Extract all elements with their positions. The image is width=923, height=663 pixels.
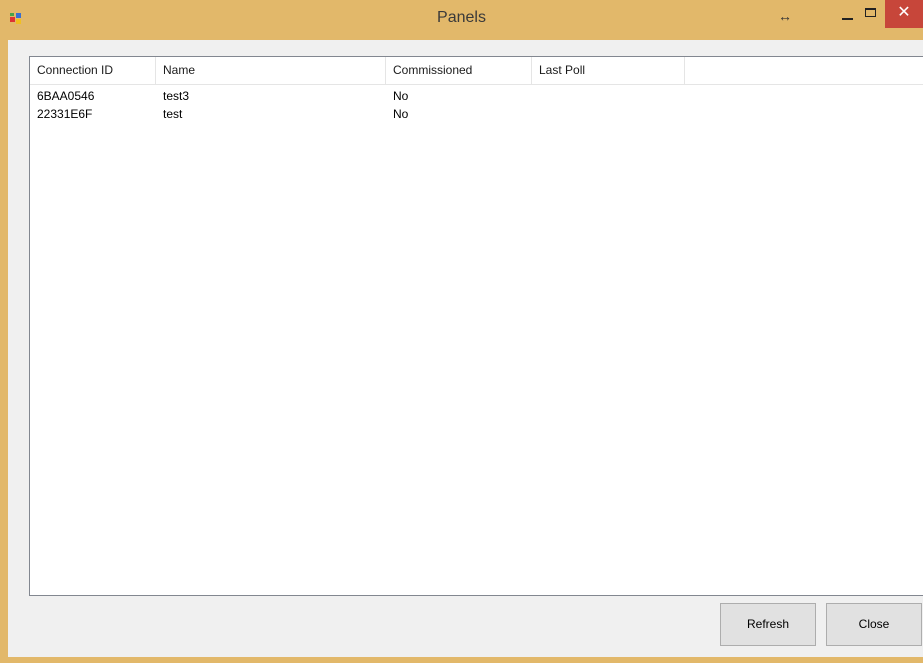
column-header-commissioned[interactable]: Commissioned [386,57,532,84]
panels-list[interactable]: Connection ID Name Commissioned Last Pol… [29,56,923,596]
close-window-button[interactable]: ✕ [885,0,923,28]
cell-connection-id: 22331E6F [37,107,93,121]
column-header-name[interactable]: Name [156,57,386,84]
cell-name: test [163,107,183,121]
cell-commissioned: No [393,107,409,121]
cell-last-poll [532,87,685,105]
list-item[interactable]: 6BAA0546 test3 No [30,87,923,105]
list-item[interactable]: 22331E6F test No [30,105,923,123]
minimize-icon [842,18,853,20]
panels-window: Panels ↔ ✕ Connection ID Name Commission… [0,0,923,663]
minimize-button[interactable] [838,0,858,28]
client-area: Connection ID Name Commissioned Last Pol… [8,40,923,657]
column-header-last-poll[interactable]: Last Poll [532,57,685,84]
list-header: Connection ID Name Commissioned Last Pol… [30,57,923,85]
cell-name: test3 [163,89,190,103]
title-bar[interactable]: Panels ↔ ✕ [0,0,923,40]
column-header-connection-id[interactable]: Connection ID [30,57,156,84]
cell-connection-id: 6BAA0546 [37,89,95,103]
close-button[interactable]: Close [826,603,922,646]
close-icon: ✕ [897,4,911,21]
refresh-button[interactable]: Refresh [720,603,816,646]
cell-commissioned: No [393,89,409,103]
resize-icon[interactable]: ↔ [778,8,792,24]
maximize-icon [865,8,876,17]
cell-last-poll [532,105,685,123]
maximize-button[interactable] [861,0,883,28]
